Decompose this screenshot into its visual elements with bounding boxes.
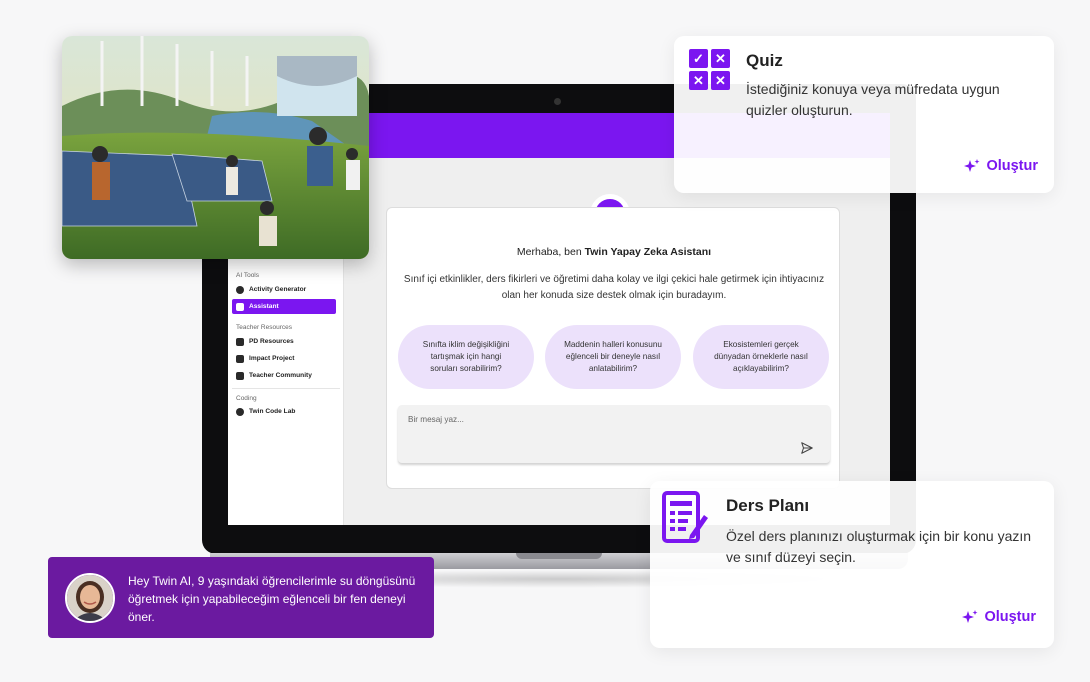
sidebar-item-assistant[interactable]: Assistant <box>232 299 336 314</box>
prompt-text: Hey Twin AI, 9 yaşındaki öğrencilerimle … <box>128 574 416 624</box>
sidebar-item-label: Assistant <box>249 303 279 310</box>
sidebar-section-coding: Coding <box>236 395 257 402</box>
chat-greeting: Merhaba, ben Twin Yapay Zeka Asistanı <box>516 246 712 258</box>
suggestion-chip[interactable]: Sınıfta iklim değişikliğini tartışmak iç… <box>398 325 534 389</box>
sidebar-item-teacher-community[interactable]: Teacher Community <box>232 368 336 383</box>
quiz-title: Quiz <box>746 51 783 70</box>
lesson-plan-card: Ders Planı Özel ders planınızı oluşturma… <box>650 481 1054 648</box>
sidebar-section-teacher-resources: Teacher Resources <box>236 324 292 331</box>
user-prompt-bubble: Hey Twin AI, 9 yaşındaki öğrencilerimle … <box>48 557 434 638</box>
lesson-plan-icon <box>662 491 708 543</box>
quiz-card: ✓ ✕ ✕ ✕ Quiz İstediğiniz konuya veya müfre… <box>674 36 1054 193</box>
sidebar-item-label: Activity Generator <box>249 286 307 293</box>
sidebar-item-activity-generator[interactable]: Activity Generator <box>232 282 336 297</box>
sidebar-section-ai-tools: AI Tools <box>236 272 260 279</box>
quiz-create-button[interactable]: Oluştur <box>964 158 1038 174</box>
assistant-name: Twin Yapay Zeka Asistanı <box>584 246 712 258</box>
sparkle-icon <box>964 159 980 172</box>
divider <box>232 388 340 389</box>
button-label: Oluştur <box>984 609 1036 625</box>
sidebar-item-label: PD Resources <box>249 338 294 345</box>
activity-icon <box>236 285 244 294</box>
suggestion-chip[interactable]: Ekosistemleri gerçek dünyadan örneklerle… <box>693 325 829 389</box>
avatar <box>65 573 115 623</box>
chat-icon <box>236 302 244 311</box>
code-lab-icon <box>236 407 244 416</box>
sidebar-item-label: Twin Code Lab <box>249 408 296 415</box>
sidebar-item-label: Teacher Community <box>249 372 312 379</box>
chat-intro: Sınıf içi etkinlikler, ders fikirleri ve… <box>403 274 825 301</box>
graduation-cap-icon <box>236 337 244 346</box>
chat-panel: Merhaba, ben Twin Yapay Zeka Asistanı Sı… <box>386 207 840 489</box>
message-placeholder: Bir mesaj yaz... <box>408 415 464 424</box>
lesson-plan-create-button[interactable]: Oluştur <box>962 609 1036 625</box>
quiz-description: İstediğiniz konuya veya müfredata uygun … <box>746 81 1000 118</box>
sidebar-item-label: Impact Project <box>249 355 295 362</box>
solar-farm-photo <box>62 36 369 259</box>
community-icon <box>236 371 244 380</box>
sidebar-item-pd-resources[interactable]: PD Resources <box>232 334 336 349</box>
message-input[interactable]: Bir mesaj yaz... <box>398 405 830 463</box>
sparkle-icon <box>962 610 978 623</box>
lesson-plan-description: Özel ders planınızı oluşturmak için bir … <box>726 528 1032 565</box>
lesson-plan-title: Ders Planı <box>726 496 810 515</box>
sidebar-item-twin-code-lab[interactable]: Twin Code Lab <box>232 404 336 419</box>
suggestion-chip[interactable]: Maddenin halleri konusunu eğlenceli bir … <box>545 325 681 389</box>
quiz-icon: ✓ ✕ ✕ ✕ <box>689 49 731 91</box>
sidebar-item-impact-project[interactable]: Impact Project <box>232 351 336 366</box>
send-icon[interactable] <box>800 441 814 455</box>
camera <box>554 98 561 105</box>
handshake-icon <box>236 354 244 363</box>
button-label: Oluştur <box>986 158 1038 174</box>
